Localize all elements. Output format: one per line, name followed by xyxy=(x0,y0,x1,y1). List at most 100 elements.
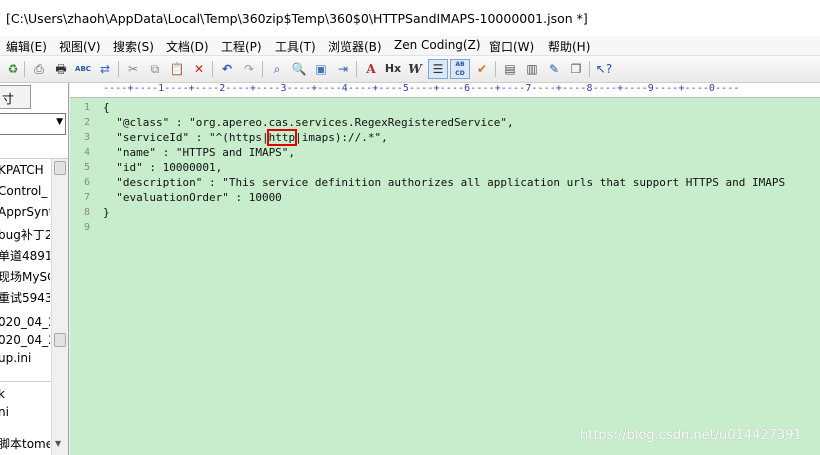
list-item[interactable]: bug补丁2 xyxy=(0,226,50,244)
code-text: "name" : "HTTPS and IMAPS", xyxy=(103,146,296,159)
code-line[interactable]: { xyxy=(103,100,820,115)
code-text: { xyxy=(103,101,110,114)
menu-bar: 编辑(E) 视图(V) 搜索(S) 文档(D) 工程(P) 工具(T) 浏览器(… xyxy=(0,36,820,56)
chevron-down-icon: ▼ xyxy=(56,117,63,127)
menu-browser[interactable]: 浏览器(B) xyxy=(328,38,382,55)
list-item[interactable]: 重试5943 xyxy=(0,289,50,307)
file-list: 020_04_2 020_04_2 up.ini k ni 脚本tome ▼ xyxy=(0,311,68,455)
line-number: 7 xyxy=(83,192,90,203)
menu-window[interactable]: 窗口(W) xyxy=(489,38,534,55)
goto-line-icon[interactable]: ⇥ xyxy=(334,60,352,78)
line-number: 9 xyxy=(83,222,90,233)
code-text: "@class" : "org.apereo.cas.services.Rege… xyxy=(103,116,514,129)
print-preview-icon[interactable]: ⎙ xyxy=(30,60,48,78)
list-item[interactable]: Control_ xyxy=(0,184,50,202)
list-item[interactable]: 脚本tome xyxy=(0,435,50,453)
window-title: [C:\Users\zhaoh\AppData\Local\Temp\360zi… xyxy=(6,11,588,26)
toolbar-separator xyxy=(212,61,213,77)
toolbar-separator xyxy=(24,61,25,77)
hex-icon[interactable]: Hx xyxy=(384,60,402,78)
code-text: } xyxy=(103,206,110,219)
cut-icon[interactable]: ✂ xyxy=(124,60,142,78)
word-wrap-icon[interactable]: W xyxy=(406,60,424,78)
line-number-gutter: 1 2 3 4 5 6 7 8 9 xyxy=(70,98,94,455)
menu-tools[interactable]: 工具(T) xyxy=(275,38,316,55)
code-line[interactable] xyxy=(103,220,820,235)
code-line[interactable]: "evaluationOrder" : 10000 xyxy=(103,190,820,205)
line-number: 8 xyxy=(83,207,90,218)
copy-icon[interactable]: ⧉ xyxy=(146,60,164,78)
undo-icon[interactable]: ↶ xyxy=(218,60,236,78)
menu-help[interactable]: 帮助(H) xyxy=(548,38,590,55)
list-item[interactable]: 020_04_2 xyxy=(0,333,50,351)
menu-zen-coding[interactable]: Zen Coding(Z) xyxy=(394,38,481,52)
toolbar-separator xyxy=(495,61,496,77)
list-item[interactable]: ni xyxy=(0,405,50,423)
find-in-files-icon[interactable]: ▣ xyxy=(312,60,330,78)
code-text: "serviceId" : "^(https| xyxy=(103,131,269,144)
line-number: 6 xyxy=(83,177,90,188)
toolbar-separator xyxy=(118,61,119,77)
list-item[interactable]: 单道4891 xyxy=(0,247,50,265)
menu-project[interactable]: 工程(P) xyxy=(221,38,262,55)
code-line[interactable]: "id" : 10000001, xyxy=(103,160,820,175)
list-item[interactable]: 现场MySC xyxy=(0,268,50,286)
window-view-icon[interactable]: ❐ xyxy=(567,60,585,78)
line-number: 4 xyxy=(83,147,90,158)
edit-view-icon[interactable]: ✎ xyxy=(545,60,563,78)
find-icon[interactable]: ⌕ xyxy=(268,60,286,78)
code-line[interactable]: "@class" : "org.apereo.cas.services.Rege… xyxy=(103,115,820,130)
code-line[interactable]: "serviceId" : "^(https|http|imaps)://.*"… xyxy=(103,129,820,146)
print-icon[interactable]: 🖶 xyxy=(52,60,70,78)
panel-tab[interactable]: 寸 xyxy=(0,85,31,109)
spellcheck-icon[interactable]: ABC xyxy=(74,60,92,78)
delete-icon[interactable]: ✕ xyxy=(190,60,208,78)
sync-icon[interactable]: ⇄ xyxy=(96,60,114,78)
scroll-thumb[interactable] xyxy=(54,161,66,175)
code-text: "evaluationOrder" : 10000 xyxy=(103,191,282,204)
help-icon[interactable]: ↖? xyxy=(595,60,613,78)
highlighted-http: http xyxy=(266,129,298,146)
list-view-icon[interactable]: ▤ xyxy=(501,60,519,78)
code-editor[interactable]: ----+----1----+----2----+----3----+----4… xyxy=(70,83,820,455)
list-item[interactable]: up.ini xyxy=(0,351,50,369)
code-line[interactable]: } xyxy=(103,205,820,220)
folder-dropdown[interactable]: ▼ xyxy=(0,113,66,135)
refresh-icon[interactable]: ♻ xyxy=(4,60,22,78)
code-line[interactable]: "name" : "HTTPS and IMAPS", xyxy=(103,145,820,160)
list-item[interactable] xyxy=(0,369,50,387)
left-panel: 寸 ▼ KPATCH Control_ ApprSynt bug补丁2 单道48… xyxy=(0,83,69,455)
panel-tab-label: 寸 xyxy=(2,92,15,106)
code-text: |imaps)://.*", xyxy=(295,131,388,144)
file-list-scrollbar[interactable]: ▼ xyxy=(51,311,68,455)
line-number: 2 xyxy=(83,117,90,128)
panel-view-icon[interactable]: ▥ xyxy=(523,60,541,78)
code-text: "description" : "This service definition… xyxy=(103,176,786,189)
paste-icon[interactable]: 📋 xyxy=(168,60,186,78)
menu-edit[interactable]: 编辑(E) xyxy=(6,38,47,55)
title-bar: [C:\Users\zhaoh\AppData\Local\Temp\360zi… xyxy=(0,0,820,37)
redo-icon[interactable]: ↷ xyxy=(240,60,258,78)
scroll-down-icon[interactable]: ▼ xyxy=(55,439,61,448)
font-icon[interactable]: A xyxy=(362,60,380,78)
list-item[interactable]: 020_04_2 xyxy=(0,315,50,333)
watermark: https://blog.csdn.net/u014427391 xyxy=(580,428,802,443)
code-line[interactable]: "description" : "This service definition… xyxy=(103,175,820,190)
check-icon[interactable]: ✔ xyxy=(473,60,491,78)
toolbar: ♻ ⎙ 🖶 ABC ⇄ ✂ ⧉ 📋 ✕ ↶ ↷ ⌕ 🔍 ▣ ⇥ A Hx W ☰… xyxy=(0,56,820,83)
menu-document[interactable]: 文档(D) xyxy=(166,38,209,55)
line-number: 1 xyxy=(83,102,90,113)
list-item[interactable]: ApprSynt xyxy=(0,205,50,223)
find-replace-icon[interactable]: 🔍 xyxy=(290,60,308,78)
scroll-thumb[interactable] xyxy=(54,333,66,347)
line-numbers-icon[interactable]: ☰ xyxy=(428,59,448,79)
line-number: 5 xyxy=(83,162,90,173)
case-convert-icon[interactable]: AB CD xyxy=(450,59,470,79)
list-item[interactable]: KPATCH xyxy=(0,163,50,181)
menu-view[interactable]: 视图(V) xyxy=(59,38,101,55)
column-ruler: ----+----1----+----2----+----3----+----4… xyxy=(70,83,820,98)
list-item[interactable]: k xyxy=(0,387,50,405)
toolbar-separator xyxy=(262,61,263,77)
menu-search[interactable]: 搜索(S) xyxy=(113,38,154,55)
ruler-text: ----+----1----+----2----+----3----+----4… xyxy=(103,83,740,94)
